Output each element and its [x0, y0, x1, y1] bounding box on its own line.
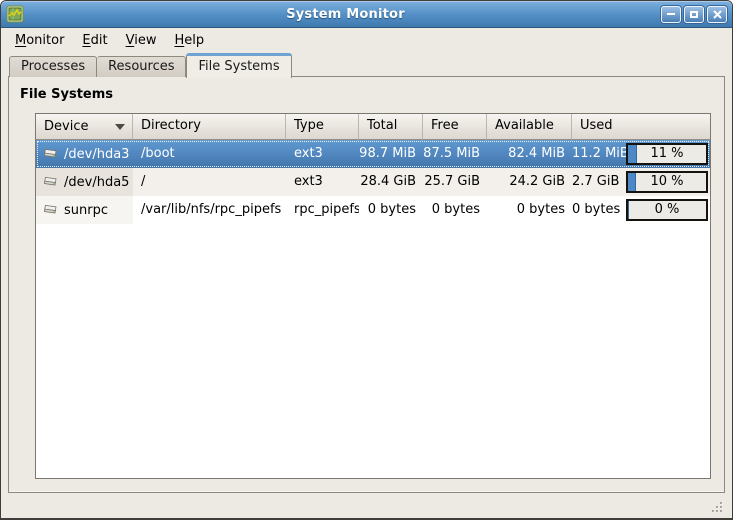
- harddisk-icon: [41, 147, 59, 161]
- type-cell: rpc_pipefs: [286, 196, 359, 224]
- menu-view[interactable]: View: [117, 30, 166, 51]
- menubar: Monitor Edit View Help: [2, 28, 731, 52]
- directory-cell: /boot: [133, 140, 286, 168]
- menu-help[interactable]: Help: [165, 30, 213, 51]
- used-percent-bar: 0 %: [626, 199, 708, 221]
- directory-cell: /: [133, 168, 286, 196]
- type-cell: ext3: [286, 140, 359, 168]
- system-monitor-app-icon: [6, 5, 24, 23]
- resize-grip[interactable]: [710, 500, 724, 514]
- free-cell: 87.5 MiB: [423, 140, 487, 168]
- directory-cell: /var/lib/nfs/rpc_pipefs: [133, 196, 286, 224]
- column-header-used[interactable]: Used: [572, 114, 710, 140]
- table-row[interactable]: /dev/hda3 /boot ext3 98.7 MiB 87.5 MiB 8…: [36, 140, 710, 168]
- titlebar[interactable]: System Monitor: [1, 1, 732, 28]
- sort-descending-icon: [115, 124, 125, 130]
- notebook-tabs: Processes Resources File Systems: [9, 52, 292, 77]
- used-percent-label: 0 %: [628, 201, 706, 219]
- table-row[interactable]: /dev/hda5 / ext3 28.4 GiB 25.7 GiB 24.2 …: [36, 168, 710, 196]
- harddisk-icon: [41, 203, 59, 217]
- tab-resources[interactable]: Resources: [97, 56, 186, 77]
- system-monitor-window: System Monitor Monitor Edit View Help Pr…: [0, 0, 733, 520]
- available-cell: 24.2 GiB: [487, 168, 572, 196]
- file-systems-panel: File Systems Device Directory Type Total…: [8, 76, 725, 493]
- statusbar: [2, 496, 731, 518]
- total-cell: 28.4 GiB: [359, 168, 423, 196]
- used-percent-bar: 10 %: [626, 171, 708, 193]
- window-title: System Monitor: [30, 7, 661, 22]
- used-cell: 11.2 MiB: [572, 140, 626, 168]
- tab-processes[interactable]: Processes: [9, 56, 97, 77]
- used-percent-bar: 11 %: [626, 143, 708, 165]
- minimize-button[interactable]: [661, 6, 681, 23]
- device-name: /dev/hda3: [64, 141, 129, 168]
- type-cell: ext3: [286, 168, 359, 196]
- menu-monitor[interactable]: Monitor: [6, 30, 73, 51]
- column-header-total[interactable]: Total: [359, 114, 423, 140]
- available-cell: 82.4 MiB: [487, 140, 572, 168]
- free-cell: 25.7 GiB: [423, 168, 487, 196]
- minimize-icon: [667, 13, 675, 15]
- maximize-button[interactable]: [684, 6, 704, 23]
- used-cell: 2.7 GiB: [572, 168, 626, 196]
- file-systems-table: Device Directory Type Total Free Availab…: [35, 113, 711, 479]
- total-cell: 98.7 MiB: [359, 140, 423, 168]
- used-percent-label: 11 %: [628, 145, 706, 163]
- harddisk-icon: [41, 175, 59, 189]
- section-title: File Systems: [20, 87, 113, 102]
- column-header-device[interactable]: Device: [36, 114, 133, 140]
- close-button[interactable]: [707, 6, 727, 23]
- menu-edit[interactable]: Edit: [73, 30, 116, 51]
- table-header: Device Directory Type Total Free Availab…: [36, 114, 710, 140]
- maximize-icon: [690, 11, 698, 18]
- device-name: sunrpc: [64, 197, 108, 224]
- total-cell: 0 bytes: [359, 196, 423, 224]
- column-header-available[interactable]: Available: [487, 114, 572, 140]
- column-header-type[interactable]: Type: [286, 114, 359, 140]
- column-header-directory[interactable]: Directory: [133, 114, 286, 140]
- used-percent-label: 10 %: [628, 173, 706, 191]
- close-icon: [713, 10, 722, 19]
- available-cell: 0 bytes: [487, 196, 572, 224]
- table-row[interactable]: sunrpc /var/lib/nfs/rpc_pipefs rpc_pipef…: [36, 196, 710, 224]
- tab-file-systems[interactable]: File Systems: [186, 53, 291, 78]
- window-controls: [661, 6, 727, 23]
- column-header-free[interactable]: Free: [423, 114, 487, 140]
- used-cell: 0 bytes: [572, 196, 626, 224]
- device-name: /dev/hda5: [64, 169, 129, 196]
- free-cell: 0 bytes: [423, 196, 487, 224]
